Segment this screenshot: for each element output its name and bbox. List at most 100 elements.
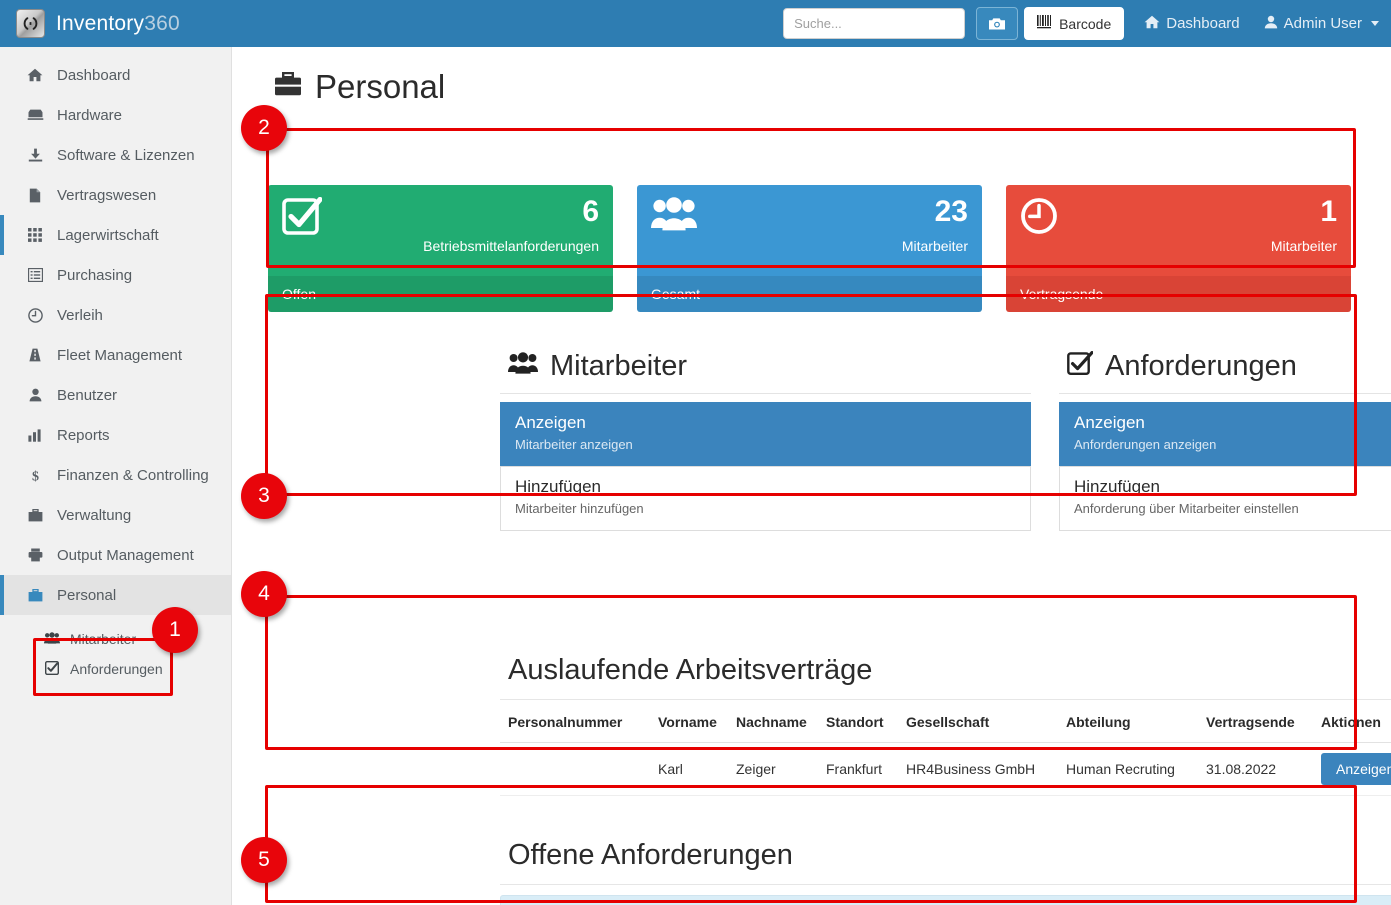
cell-vorname: Karl bbox=[650, 742, 728, 796]
user-menu[interactable]: Admin User bbox=[1260, 0, 1383, 47]
cell-gesellschaft: HR4Business GmbH bbox=[898, 742, 1058, 796]
nav-dashboard-label: Dashboard bbox=[1166, 15, 1240, 32]
panel-list: Anzeigen Anforderungen anzeigen Hinzufüg… bbox=[1059, 402, 1391, 531]
sidebar-item-label: Vertragswesen bbox=[57, 186, 157, 204]
user-menu-label: Admin User bbox=[1283, 15, 1362, 32]
check-square-icon bbox=[282, 196, 323, 241]
road-icon bbox=[26, 348, 44, 362]
print-icon bbox=[26, 548, 44, 562]
sidebar-subitem-anforderungen[interactable]: Anforderungen bbox=[0, 654, 231, 684]
expiring-contracts-section: Auslaufende Arbeitsverträge Personalnumm… bbox=[500, 647, 1391, 796]
panel-item-title: Anzeigen bbox=[515, 413, 586, 432]
panel-item-hinzufuegen[interactable]: Hinzufügen Mitarbeiter hinzufügen bbox=[501, 466, 1030, 530]
stat-card-body: 6 Betriebsmittelanforderungen bbox=[268, 185, 613, 276]
stat-card-footer[interactable]: Vertragsende bbox=[1006, 276, 1351, 312]
panel-item-anzeigen[interactable]: Anzeigen Mitarbeiter anzeigen bbox=[500, 402, 1031, 467]
server-icon bbox=[26, 109, 44, 122]
panel-title: Mitarbeiter bbox=[550, 350, 687, 382]
brand-logo-area[interactable]: Inventory360 bbox=[0, 0, 232, 47]
sidebar-item-label: Finanzen & Controlling bbox=[57, 466, 209, 484]
table-header-row: Personalnummer Vorname Nachname Standort… bbox=[500, 700, 1391, 743]
sidebar-item-dashboard[interactable]: Dashboard bbox=[0, 55, 231, 95]
stat-cards: 6 Betriebsmittelanforderungen Offen 23 M… bbox=[268, 185, 1375, 312]
panel-item-subtitle: Anforderung über Mitarbeiter einstellen bbox=[1074, 501, 1299, 517]
stat-card-vertragsende[interactable]: 1 Mitarbeiter Vertragsende bbox=[1006, 185, 1351, 312]
panel-item-title: Hinzufügen bbox=[515, 477, 602, 497]
panel-mitarbeiter: Mitarbeiter Anzeigen Mitarbeiter anzeige… bbox=[500, 346, 1031, 531]
stat-card-footer[interactable]: Offen bbox=[268, 276, 613, 312]
navbar-right: Barcode Dashboard Admin User bbox=[783, 0, 1383, 47]
annotation-badge-1: 1 bbox=[152, 607, 198, 653]
nav-dashboard-link[interactable]: Dashboard bbox=[1140, 0, 1243, 47]
brand-name-suffix: 360 bbox=[144, 11, 180, 35]
check-square-icon bbox=[1067, 351, 1094, 382]
view-button[interactable]: Anzeigen bbox=[1321, 753, 1391, 785]
stat-card-label: Mitarbeiter bbox=[1270, 238, 1337, 254]
panel-item-title: Anzeigen bbox=[1074, 413, 1145, 432]
sidebar-item-benutzer[interactable]: Benutzer bbox=[0, 375, 231, 415]
brand-name: Inventory360 bbox=[56, 12, 180, 36]
grid-icon bbox=[26, 228, 44, 242]
col-nachname: Nachname bbox=[728, 700, 818, 743]
cell-nachname: Zeiger bbox=[728, 742, 818, 796]
panel-item-subtitle: Mitarbeiter anzeigen bbox=[515, 436, 633, 452]
annotation-badge-3: 3 bbox=[241, 473, 287, 519]
home-icon bbox=[1144, 15, 1160, 33]
sidebar-item-software-lizenzen[interactable]: Software & Lizenzen bbox=[0, 135, 231, 175]
search-input[interactable] bbox=[783, 8, 966, 39]
sidebar-item-label: Lagerwirtschaft bbox=[57, 226, 159, 244]
expiring-contracts-table: Personalnummer Vorname Nachname Standort… bbox=[500, 700, 1391, 796]
sidebar-item-purchasing[interactable]: Purchasing bbox=[0, 255, 231, 295]
sidebar-item-label: Verleih bbox=[57, 306, 103, 324]
panel-title: Anforderungen bbox=[1105, 350, 1297, 382]
stat-card-betriebsmittelanforderungen[interactable]: 6 Betriebsmittelanforderungen Offen bbox=[268, 185, 613, 312]
camera-icon[interactable] bbox=[976, 7, 1019, 40]
panel-item-title: Hinzufügen bbox=[1074, 477, 1161, 497]
sidebar-item-lagerwirtschaft[interactable]: Lagerwirtschaft bbox=[0, 215, 231, 255]
app-logo-icon bbox=[16, 9, 45, 38]
table-row: Karl Zeiger Frankfurt HR4Business GmbH H… bbox=[500, 742, 1391, 796]
sidebar-item-reports[interactable]: Reports bbox=[0, 415, 231, 455]
panel-item-hinzufuegen[interactable]: Hinzufügen Anforderung über Mitarbeiter … bbox=[1060, 466, 1391, 530]
panel-anforderungen: Anforderungen Anzeigen Anforderungen anz… bbox=[1059, 346, 1391, 531]
col-aktionen: Aktionen bbox=[1313, 700, 1391, 743]
group-icon bbox=[651, 197, 697, 239]
panel-item-anzeigen[interactable]: Anzeigen Anforderungen anzeigen bbox=[1059, 402, 1391, 467]
col-abteilung: Abteilung bbox=[1058, 700, 1198, 743]
page-title: Personal bbox=[274, 68, 1373, 105]
sidebar-item-label: Purchasing bbox=[57, 266, 133, 284]
stat-card-footer[interactable]: Gesamt bbox=[637, 276, 982, 312]
barcode-icon bbox=[1037, 15, 1053, 32]
sidebar-item-label: Hardware bbox=[57, 106, 123, 124]
sidebar-item-label: Reports bbox=[57, 426, 110, 444]
stat-card-values: 23 Mitarbeiter bbox=[901, 197, 968, 255]
sidebar-item-output-management[interactable]: Output Management bbox=[0, 535, 231, 575]
stat-card-label: Mitarbeiter bbox=[901, 238, 968, 254]
sidebar-subitem-label: Anforderungen bbox=[70, 661, 163, 677]
file-icon bbox=[26, 188, 44, 203]
clock-icon bbox=[26, 307, 44, 323]
cell-vertragsende: 31.08.2022 bbox=[1198, 742, 1313, 796]
cell-abteilung: Human Recruting bbox=[1058, 742, 1198, 796]
table-head: Personalnummer Vorname Nachname Standort… bbox=[500, 700, 1391, 743]
annotation-badge-4: 4 bbox=[241, 571, 287, 617]
stat-card-values: 1 Mitarbeiter bbox=[1270, 197, 1337, 255]
sidebar-item-personal[interactable]: Personal bbox=[0, 575, 231, 615]
sidebar-item-label: Output Management bbox=[57, 546, 194, 564]
user-icon bbox=[26, 388, 44, 402]
check-square-icon bbox=[44, 660, 60, 678]
panel-list: Anzeigen Mitarbeiter anzeigen Hinzufügen… bbox=[500, 402, 1031, 531]
group-icon bbox=[44, 631, 60, 647]
home-icon bbox=[26, 68, 44, 82]
sidebar-item-vertragswesen[interactable]: Vertragswesen bbox=[0, 175, 231, 215]
sidebar-item-verleih[interactable]: Verleih bbox=[0, 295, 231, 335]
sidebar-item-verwaltung[interactable]: Verwaltung bbox=[0, 495, 231, 535]
sidebar-item-finanzen-controlling[interactable]: $ Finanzen & Controlling bbox=[0, 455, 231, 495]
barcode-button[interactable]: Barcode bbox=[1024, 7, 1125, 40]
brand-name-main: Inventory bbox=[56, 11, 145, 35]
stat-card-mitarbeiter-gesamt[interactable]: 23 Mitarbeiter Gesamt bbox=[637, 185, 982, 312]
sidebar-item-fleet-management[interactable]: Fleet Management bbox=[0, 335, 231, 375]
section-title: Offene Anforderungen bbox=[500, 832, 1391, 885]
cell-standort: Frankfurt bbox=[818, 742, 898, 796]
sidebar-item-hardware[interactable]: Hardware bbox=[0, 95, 231, 135]
